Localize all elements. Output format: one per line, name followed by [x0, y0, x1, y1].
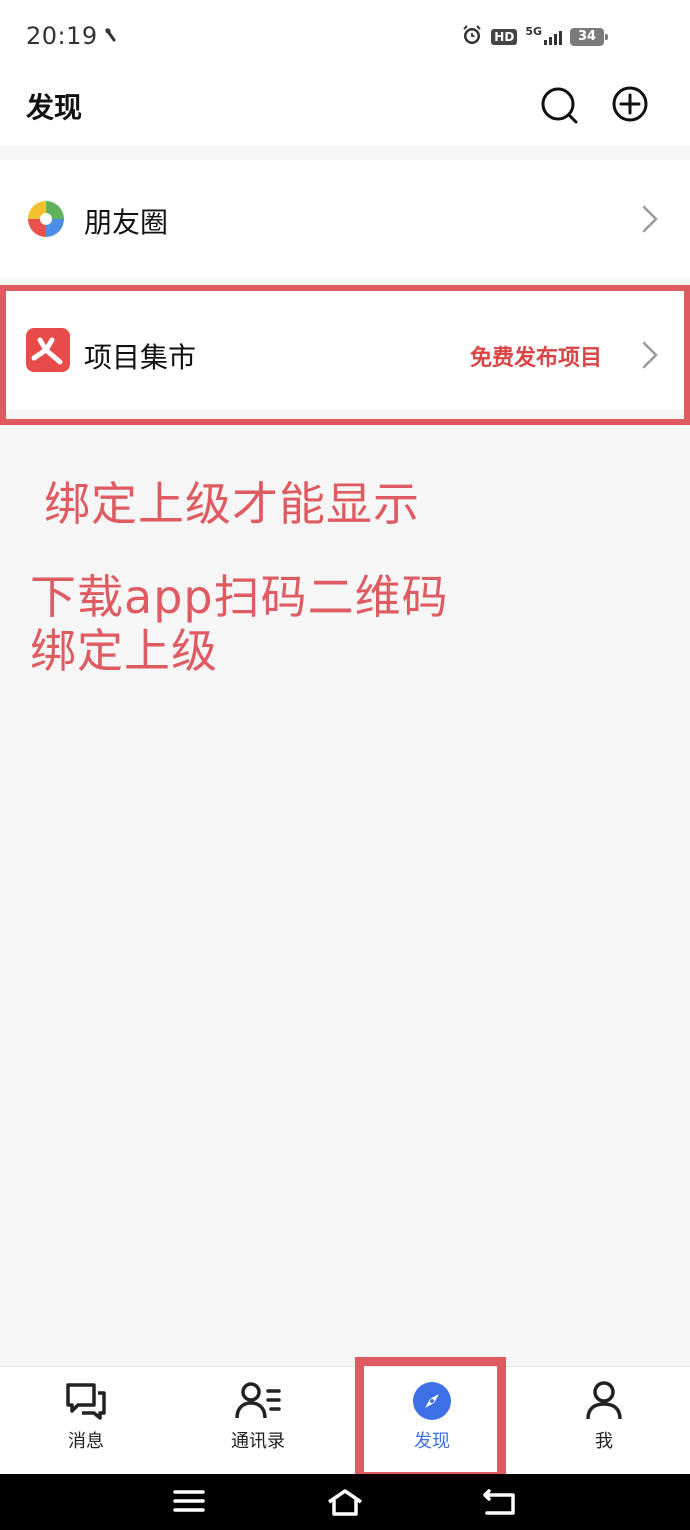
battery-icon: 34 [570, 28, 608, 46]
tab-discover[interactable]: 发现 [346, 1367, 518, 1475]
tab-label: 我 [595, 1431, 613, 1452]
moments-icon [26, 199, 66, 243]
tab-messages[interactable]: 消息 [0, 1367, 172, 1475]
wrench-icon [104, 28, 118, 48]
annotation-bind-note: 绑定上级才能显示 [44, 477, 420, 531]
tab-me[interactable]: 我 [518, 1367, 690, 1475]
status-indicators: HD 5G 34 [461, 24, 608, 50]
chevron-right-icon [640, 340, 660, 374]
chat-icon [66, 1383, 106, 1420]
compass-icon [413, 1382, 451, 1420]
menu-icon[interactable] [173, 1488, 205, 1518]
page-title: 发现 [26, 91, 83, 124]
status-bar: 20:19 HD 5G 34 [0, 0, 690, 72]
add-icon[interactable] [610, 84, 650, 128]
tab-label: 通讯录 [231, 1431, 285, 1452]
signal-icon [544, 29, 562, 45]
person-icon [586, 1381, 622, 1420]
free-publish-link[interactable]: 免费发布项目 [470, 340, 602, 372]
contacts-icon [235, 1382, 281, 1419]
tab-bar: 消息 通讯录 发现 我 [0, 1366, 690, 1474]
project-market-cell[interactable]: 项目集市 免费发布项目 [0, 290, 690, 410]
back-icon[interactable] [483, 1488, 517, 1520]
home-icon[interactable] [326, 1488, 364, 1520]
app-header: 发现 [0, 72, 690, 146]
alarm-icon [461, 24, 483, 50]
tab-label: 消息 [68, 1431, 104, 1452]
hd-badge: HD [491, 29, 518, 45]
annotation-line: 下载app扫码二维码 [30, 570, 449, 624]
status-time: 20:19 [26, 22, 98, 50]
annotation-line: 绑定上级 [30, 624, 218, 678]
project-market-icon [26, 328, 70, 376]
moments-label: 朋友圈 [84, 206, 169, 239]
project-market-label: 项目集市 [84, 341, 197, 374]
moments-cell[interactable]: 朋友圈 [0, 160, 690, 278]
tab-label: 发现 [414, 1431, 450, 1452]
network-type: 5G [525, 24, 542, 38]
tab-contacts[interactable]: 通讯录 [172, 1367, 344, 1475]
annotation-download-note: 下载app扫码二维码 绑定上级 [30, 570, 449, 678]
chevron-right-icon [640, 204, 660, 238]
search-icon[interactable] [538, 84, 582, 132]
system-nav-bar [0, 1474, 690, 1530]
